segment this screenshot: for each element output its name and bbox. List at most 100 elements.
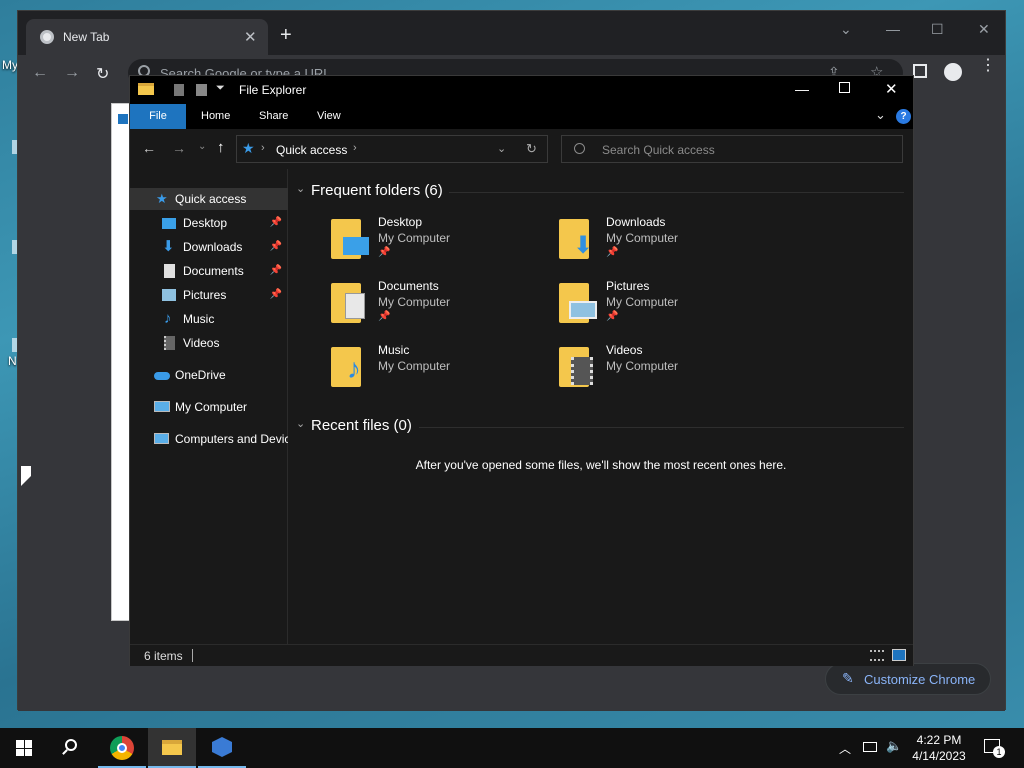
- folder-name: Downloads: [606, 215, 666, 229]
- details-view-icon[interactable]: [870, 650, 884, 661]
- nav-label: Documents: [183, 264, 244, 278]
- forward-icon[interactable]: →: [172, 140, 186, 156]
- recent-locations-chevron-icon[interactable]: ⌄: [198, 141, 206, 152]
- folder-tile-music[interactable]: ♪ Music My Computer: [331, 343, 551, 399]
- music-note-icon: ♪: [347, 353, 361, 384]
- pin-icon[interactable]: 📌: [270, 212, 282, 234]
- expand-ribbon-chevron-icon[interactable]: ⌄: [875, 107, 886, 123]
- explorer-title-bar[interactable]: ⏷ File Explorer — ✕: [130, 76, 913, 104]
- up-icon[interactable]: ↑: [217, 139, 225, 156]
- desktop-icon-label-my[interactable]: My: [2, 58, 18, 72]
- start-button[interactable]: [0, 728, 48, 768]
- side-panel-icon[interactable]: [913, 64, 927, 78]
- folder-name: Music: [378, 343, 410, 357]
- ribbon-tab-share[interactable]: Share: [249, 104, 298, 129]
- frequent-folders-header[interactable]: Frequent folders (6): [311, 182, 443, 199]
- profile-icon[interactable]: [944, 63, 962, 81]
- search-button[interactable]: [48, 728, 96, 768]
- reload-icon[interactable]: ↻: [96, 64, 109, 84]
- folder-tile-desktop[interactable]: Desktop My Computer 📌: [331, 215, 551, 271]
- chrome-menu-icon[interactable]: ⋮: [980, 58, 996, 74]
- nav-item-desktop[interactable]: Desktop 📌: [130, 212, 288, 234]
- forward-icon[interactable]: →: [64, 64, 80, 82]
- network-icon[interactable]: [863, 742, 877, 752]
- new-tab-button[interactable]: +: [280, 25, 292, 45]
- breadcrumb-separator-icon[interactable]: ›: [353, 142, 357, 154]
- nav-item-videos[interactable]: Videos: [130, 332, 288, 354]
- show-hidden-icons-chevron-icon[interactable]: ︿: [839, 740, 851, 757]
- folder-name: Pictures: [606, 279, 650, 293]
- pin-icon: 📌: [606, 311, 619, 322]
- pin-icon[interactable]: 📌: [270, 260, 282, 282]
- large-icons-view-icon[interactable]: [892, 649, 906, 661]
- clock-time[interactable]: 4:22 PM: [907, 733, 971, 747]
- ribbon-tab-file[interactable]: File: [130, 104, 186, 129]
- taskbar-chrome[interactable]: [98, 728, 146, 768]
- chrome-tab-new-tab[interactable]: New Tab ✕: [26, 19, 268, 55]
- cloud-icon: [154, 372, 170, 380]
- customize-chrome-button[interactable]: ✎ Customize Chrome: [825, 663, 991, 695]
- recent-files-header[interactable]: Recent files (0): [311, 417, 412, 434]
- address-history-chevron-icon[interactable]: ⌄: [497, 142, 506, 155]
- document-icon: [164, 264, 175, 278]
- maximize-icon[interactable]: ☐: [931, 21, 944, 38]
- address-bar[interactable]: ★ › Quick access › ⌄ ↻: [236, 135, 548, 163]
- ribbon-tab-view[interactable]: View: [307, 104, 351, 129]
- folder-icon: [559, 283, 597, 323]
- section-divider: [449, 192, 904, 193]
- refresh-icon[interactable]: ↻: [526, 141, 537, 157]
- taskbar-file-explorer[interactable]: [148, 728, 196, 768]
- background-window-edge[interactable]: [111, 103, 131, 621]
- section-divider: [419, 427, 904, 428]
- status-bar: 6 items: [130, 644, 913, 666]
- desktop-icon: [343, 237, 369, 255]
- tab-search-chevron-icon[interactable]: ⌄: [840, 21, 852, 38]
- network-icon: [154, 433, 169, 444]
- nav-item-downloads[interactable]: ⬇ Downloads 📌: [130, 236, 288, 258]
- nav-item-quick-access[interactable]: ★ Quick access: [130, 188, 288, 210]
- search-box[interactable]: Search Quick access: [561, 135, 903, 163]
- close-window-icon[interactable]: ✕: [885, 80, 898, 98]
- download-arrow-icon: ⬇: [162, 238, 175, 255]
- maximize-icon[interactable]: [839, 82, 850, 93]
- desktop-icon-label-n[interactable]: N: [8, 354, 17, 368]
- collapse-chevron-icon[interactable]: ⌄: [296, 182, 305, 195]
- picture-icon: [162, 289, 176, 301]
- breadcrumb-quick-access[interactable]: Quick access: [276, 143, 347, 157]
- properties-quick-icon[interactable]: [174, 84, 184, 96]
- content-pane: ⌄ Frequent folders (6) Desktop My Comput…: [289, 169, 913, 644]
- notification-center-icon[interactable]: 1: [984, 739, 1005, 758]
- nav-item-pictures[interactable]: Pictures 📌: [130, 284, 288, 306]
- help-icon[interactable]: ?: [896, 109, 911, 124]
- pin-icon: 📌: [378, 311, 391, 322]
- pin-icon[interactable]: 📌: [270, 284, 282, 306]
- volume-icon[interactable]: 🔈: [886, 738, 902, 754]
- clock-date[interactable]: 4/14/2023: [907, 749, 971, 763]
- back-icon[interactable]: ←: [142, 140, 156, 156]
- minimize-icon[interactable]: —: [886, 21, 900, 37]
- nav-item-computers-and-devices[interactable]: Computers and Devices: [130, 428, 288, 450]
- ribbon-tab-home[interactable]: Home: [191, 104, 240, 129]
- recent-files-empty-message: After you've opened some files, we'll sh…: [415, 458, 787, 472]
- taskbar-app[interactable]: [198, 728, 246, 768]
- nav-item-music[interactable]: ♪ Music: [130, 308, 288, 330]
- notification-count-badge: 1: [993, 746, 1005, 758]
- folder-tile-documents[interactable]: Documents My Computer 📌: [331, 279, 551, 335]
- nav-item-documents[interactable]: Documents 📌: [130, 260, 288, 282]
- back-icon[interactable]: ←: [32, 64, 48, 82]
- pin-icon[interactable]: 📌: [270, 236, 282, 258]
- item-count: 6 items: [144, 649, 183, 663]
- close-icon[interactable]: ✕: [244, 28, 257, 46]
- chrome-logo-icon: [110, 736, 134, 760]
- folder-tile-videos[interactable]: Videos My Computer: [559, 343, 779, 399]
- nav-label: Videos: [183, 336, 220, 350]
- minimize-icon[interactable]: —: [795, 81, 809, 97]
- nav-item-my-computer[interactable]: My Computer: [130, 396, 288, 418]
- folder-tile-downloads[interactable]: ⬇ Downloads My Computer 📌: [559, 215, 779, 271]
- folder-tile-pictures[interactable]: Pictures My Computer 📌: [559, 279, 779, 335]
- collapse-chevron-icon[interactable]: ⌄: [296, 417, 305, 430]
- nav-item-onedrive[interactable]: OneDrive: [130, 364, 288, 386]
- close-window-icon[interactable]: ✕: [978, 21, 990, 38]
- new-folder-quick-icon[interactable]: [196, 84, 207, 96]
- customize-toolbar-chevron-icon[interactable]: ⏷: [216, 82, 225, 95]
